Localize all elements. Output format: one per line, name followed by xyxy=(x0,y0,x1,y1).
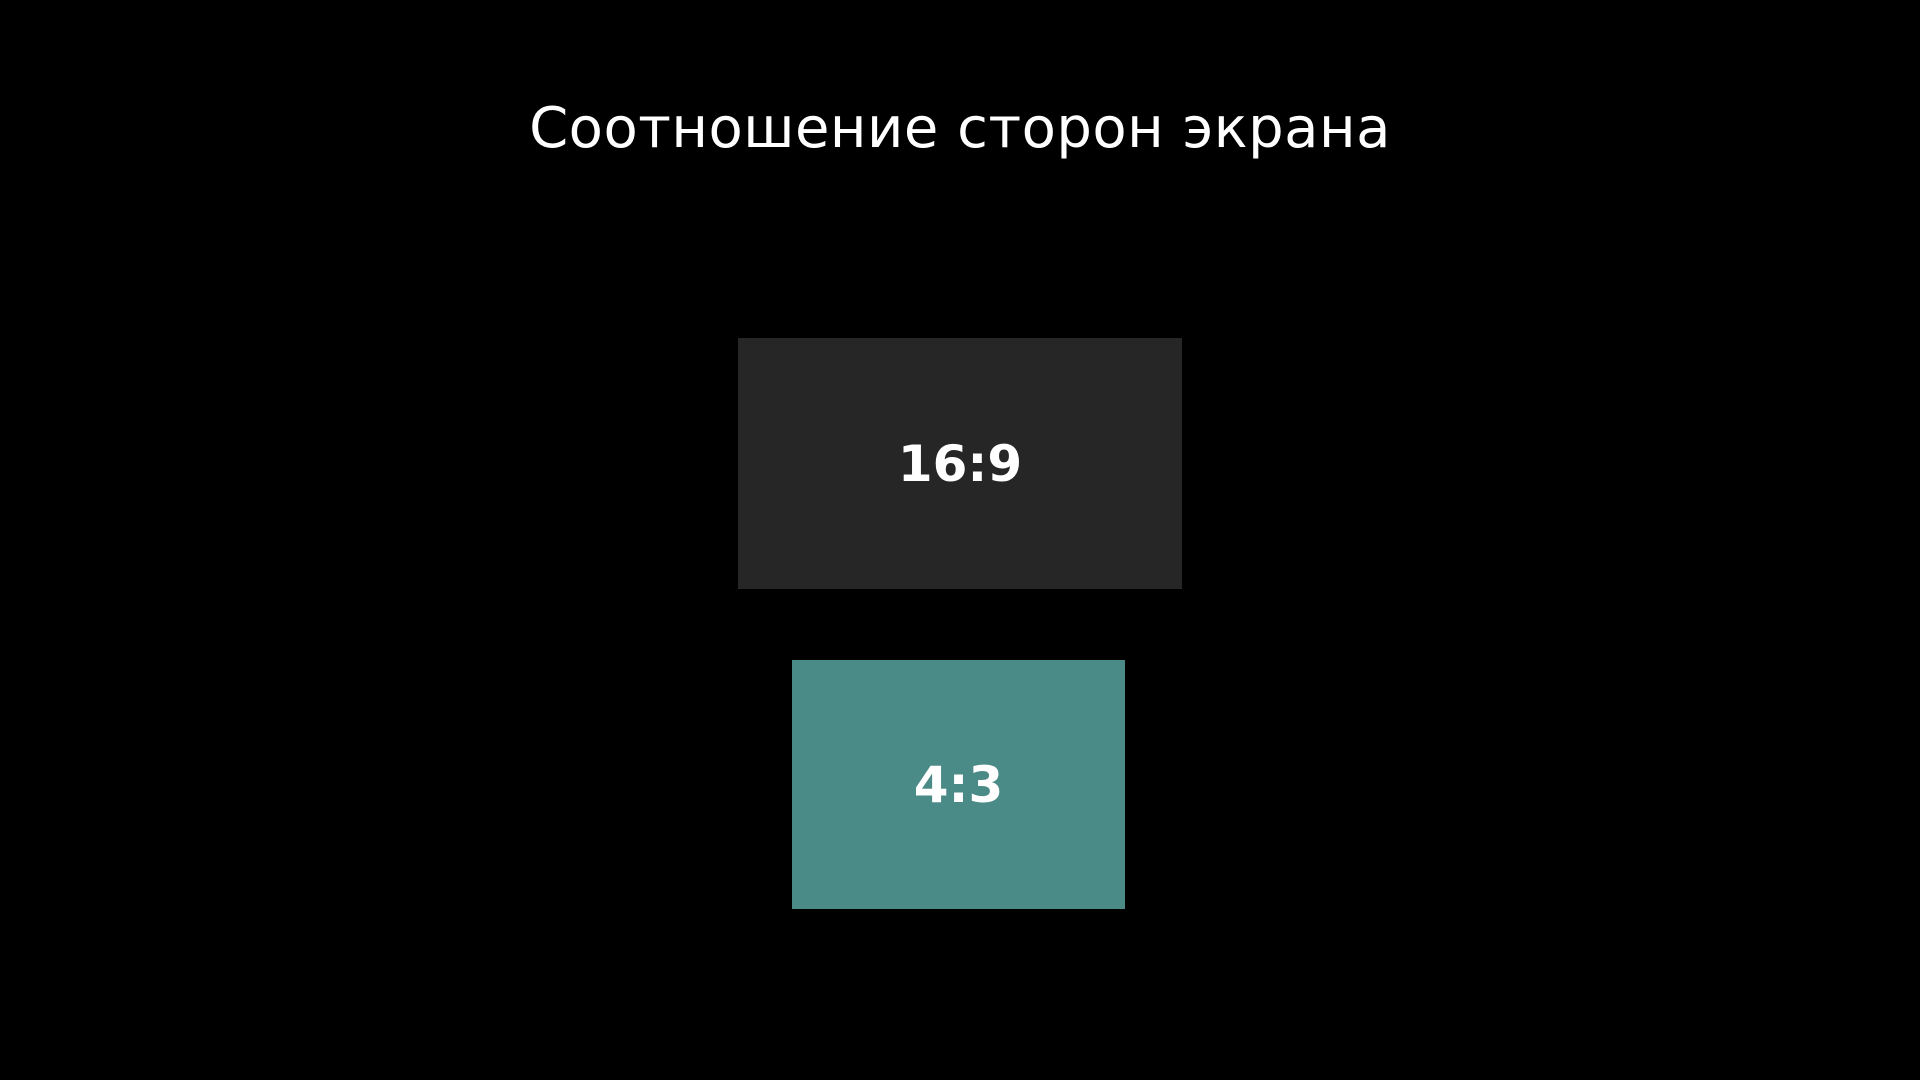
aspect-option-16-9[interactable]: 16:9 xyxy=(738,338,1182,589)
aspect-option-label: 4:3 xyxy=(913,755,1004,814)
aspect-option-label: 16:9 xyxy=(897,434,1023,493)
aspect-ratio-screen: Соотношение сторон экрана 16:9 4:3 xyxy=(0,0,1920,1080)
aspect-option-4-3[interactable]: 4:3 xyxy=(792,660,1125,909)
page-title: Соотношение сторон экрана xyxy=(529,96,1391,161)
